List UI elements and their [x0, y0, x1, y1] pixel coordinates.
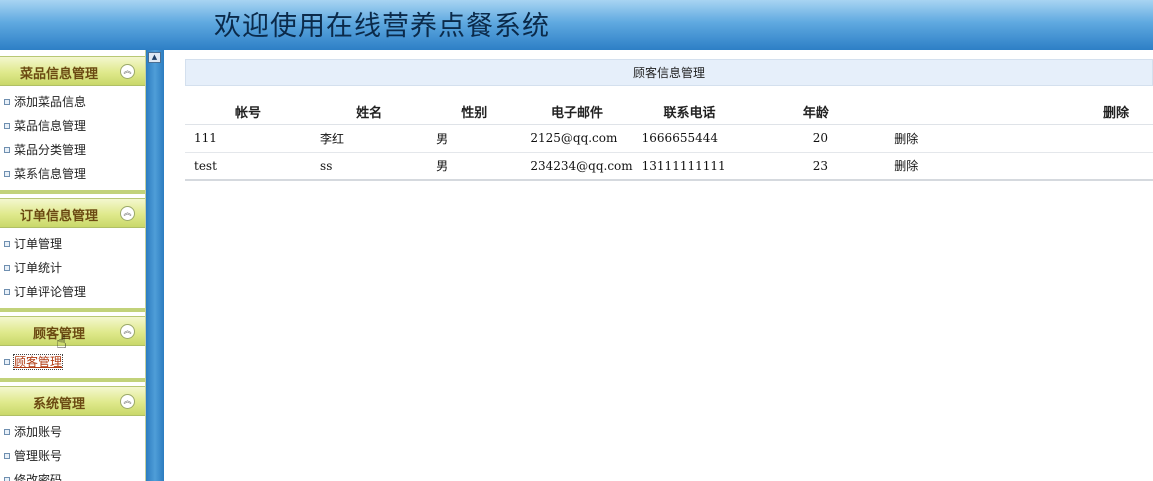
collapse-icon[interactable]: ︽	[120, 64, 135, 79]
sidebar-item-cuisine[interactable]: 菜系信息管理	[0, 162, 145, 186]
bullet-icon	[4, 452, 10, 459]
cell-account: 111	[185, 124, 312, 153]
sidebar-item-order-comments[interactable]: 订单评论管理	[0, 280, 145, 304]
header-banner: 欢迎使用在线营养点餐系统	[0, 0, 1153, 50]
cell-delete: 删除	[885, 152, 1153, 181]
panel-title: 顾客信息管理	[185, 59, 1153, 86]
bullet-icon	[4, 240, 10, 247]
cell-age: 20	[746, 124, 886, 153]
collapse-icon[interactable]: ︽	[120, 206, 135, 221]
sidebar-group-items: 添加账号 管理账号 修改密码	[0, 416, 145, 481]
sidebar-item-order-manage[interactable]: 订单管理	[0, 232, 145, 256]
collapse-sidebar-icon[interactable]: ▲	[148, 52, 161, 63]
sidebar-item-change-password[interactable]: 修改密码	[0, 468, 145, 481]
sidebar-group-title: 订单信息管理	[19, 209, 98, 224]
sidebar-group-title: 系统管理	[32, 397, 85, 412]
bullet-icon	[4, 264, 10, 271]
cell-name: ss	[311, 152, 428, 181]
customer-table: 帐号 姓名 性别 电子邮件 联系电话 年龄 删除 111 李红 男 2125@q…	[185, 100, 1153, 181]
bullet-icon	[4, 122, 10, 129]
sidebar-group-items: 订单管理 订单统计 订单评论管理	[0, 228, 145, 312]
cell-account: test	[185, 152, 312, 181]
cell-phone: 13111111111	[632, 152, 747, 181]
cell-age: 23	[746, 152, 886, 181]
table-row: test ss 男 234234@qq.com 13111111111 23 删…	[185, 152, 1153, 181]
bullet-icon	[4, 476, 10, 481]
column-header-email: 电子邮件	[521, 100, 633, 125]
sidebar-item-customer-manage[interactable]: 顾客管理	[0, 350, 145, 374]
delete-link[interactable]: 删除	[894, 132, 918, 146]
table-header-row: 帐号 姓名 性别 电子邮件 联系电话 年龄 删除	[185, 100, 1153, 125]
column-header-gender: 性别	[427, 100, 522, 125]
main-content: 顾客信息管理 帐号 姓名 性别 电子邮件 联系电话 年龄 删除 111 李红 男…	[164, 50, 1153, 481]
sidebar-splitter[interactable]: ▲	[146, 50, 164, 481]
column-header-age: 年龄	[746, 100, 886, 125]
sidebar-group-items: 添加菜品信息 菜品信息管理 菜品分类管理 菜系信息管理	[0, 86, 145, 194]
collapse-icon[interactable]: ︽	[120, 324, 135, 339]
sidebar: 菜品信息管理 ︽ 添加菜品信息 菜品信息管理 菜品分类管理 菜系信息管理 订单信…	[0, 50, 146, 481]
column-header-phone: 联系电话	[632, 100, 747, 125]
bullet-icon	[4, 98, 10, 105]
sidebar-item-manage-accounts[interactable]: 管理账号	[0, 444, 145, 468]
sidebar-item-add-dish[interactable]: 添加菜品信息	[0, 90, 145, 114]
table-row: 111 李红 男 2125@qq.com 1666655444 20 删除	[185, 124, 1153, 153]
sidebar-group-items: 顾客管理	[0, 346, 145, 382]
bullet-icon	[4, 288, 10, 295]
sidebar-group-system[interactable]: 系统管理 ︽	[0, 386, 145, 416]
sidebar-group-title: 菜品信息管理	[19, 67, 98, 82]
cell-email: 234234@qq.com	[521, 152, 633, 181]
bullet-icon	[4, 170, 10, 177]
column-header-delete: 删除	[885, 100, 1153, 125]
bullet-icon	[4, 428, 10, 435]
cell-delete: 删除	[885, 124, 1153, 153]
cell-gender: 男	[427, 152, 522, 181]
column-header-account: 帐号	[185, 100, 312, 125]
sidebar-item-add-account[interactable]: 添加账号	[0, 420, 145, 444]
delete-link[interactable]: 删除	[894, 159, 918, 173]
cell-email: 2125@qq.com	[521, 124, 633, 153]
cell-name: 李红	[311, 124, 428, 153]
hand-cursor-icon: ☝	[56, 332, 67, 353]
sidebar-group-dish-info[interactable]: 菜品信息管理 ︽	[0, 56, 145, 86]
column-header-name: 姓名	[311, 100, 428, 125]
sidebar-group-order-info[interactable]: 订单信息管理 ︽	[0, 198, 145, 228]
sidebar-item-dish-category[interactable]: 菜品分类管理	[0, 138, 145, 162]
cell-gender: 男	[427, 124, 522, 153]
collapse-icon[interactable]: ︽	[120, 394, 135, 409]
cell-phone: 1666655444	[632, 124, 747, 153]
bullet-icon	[4, 358, 10, 365]
page-title: 欢迎使用在线营养点餐系统	[214, 11, 550, 42]
sidebar-item-order-stats[interactable]: 订单统计	[0, 256, 145, 280]
bullet-icon	[4, 146, 10, 153]
sidebar-item-dish-manage[interactable]: 菜品信息管理	[0, 114, 145, 138]
sidebar-group-customer[interactable]: 顾客管理 ︽	[0, 316, 145, 346]
